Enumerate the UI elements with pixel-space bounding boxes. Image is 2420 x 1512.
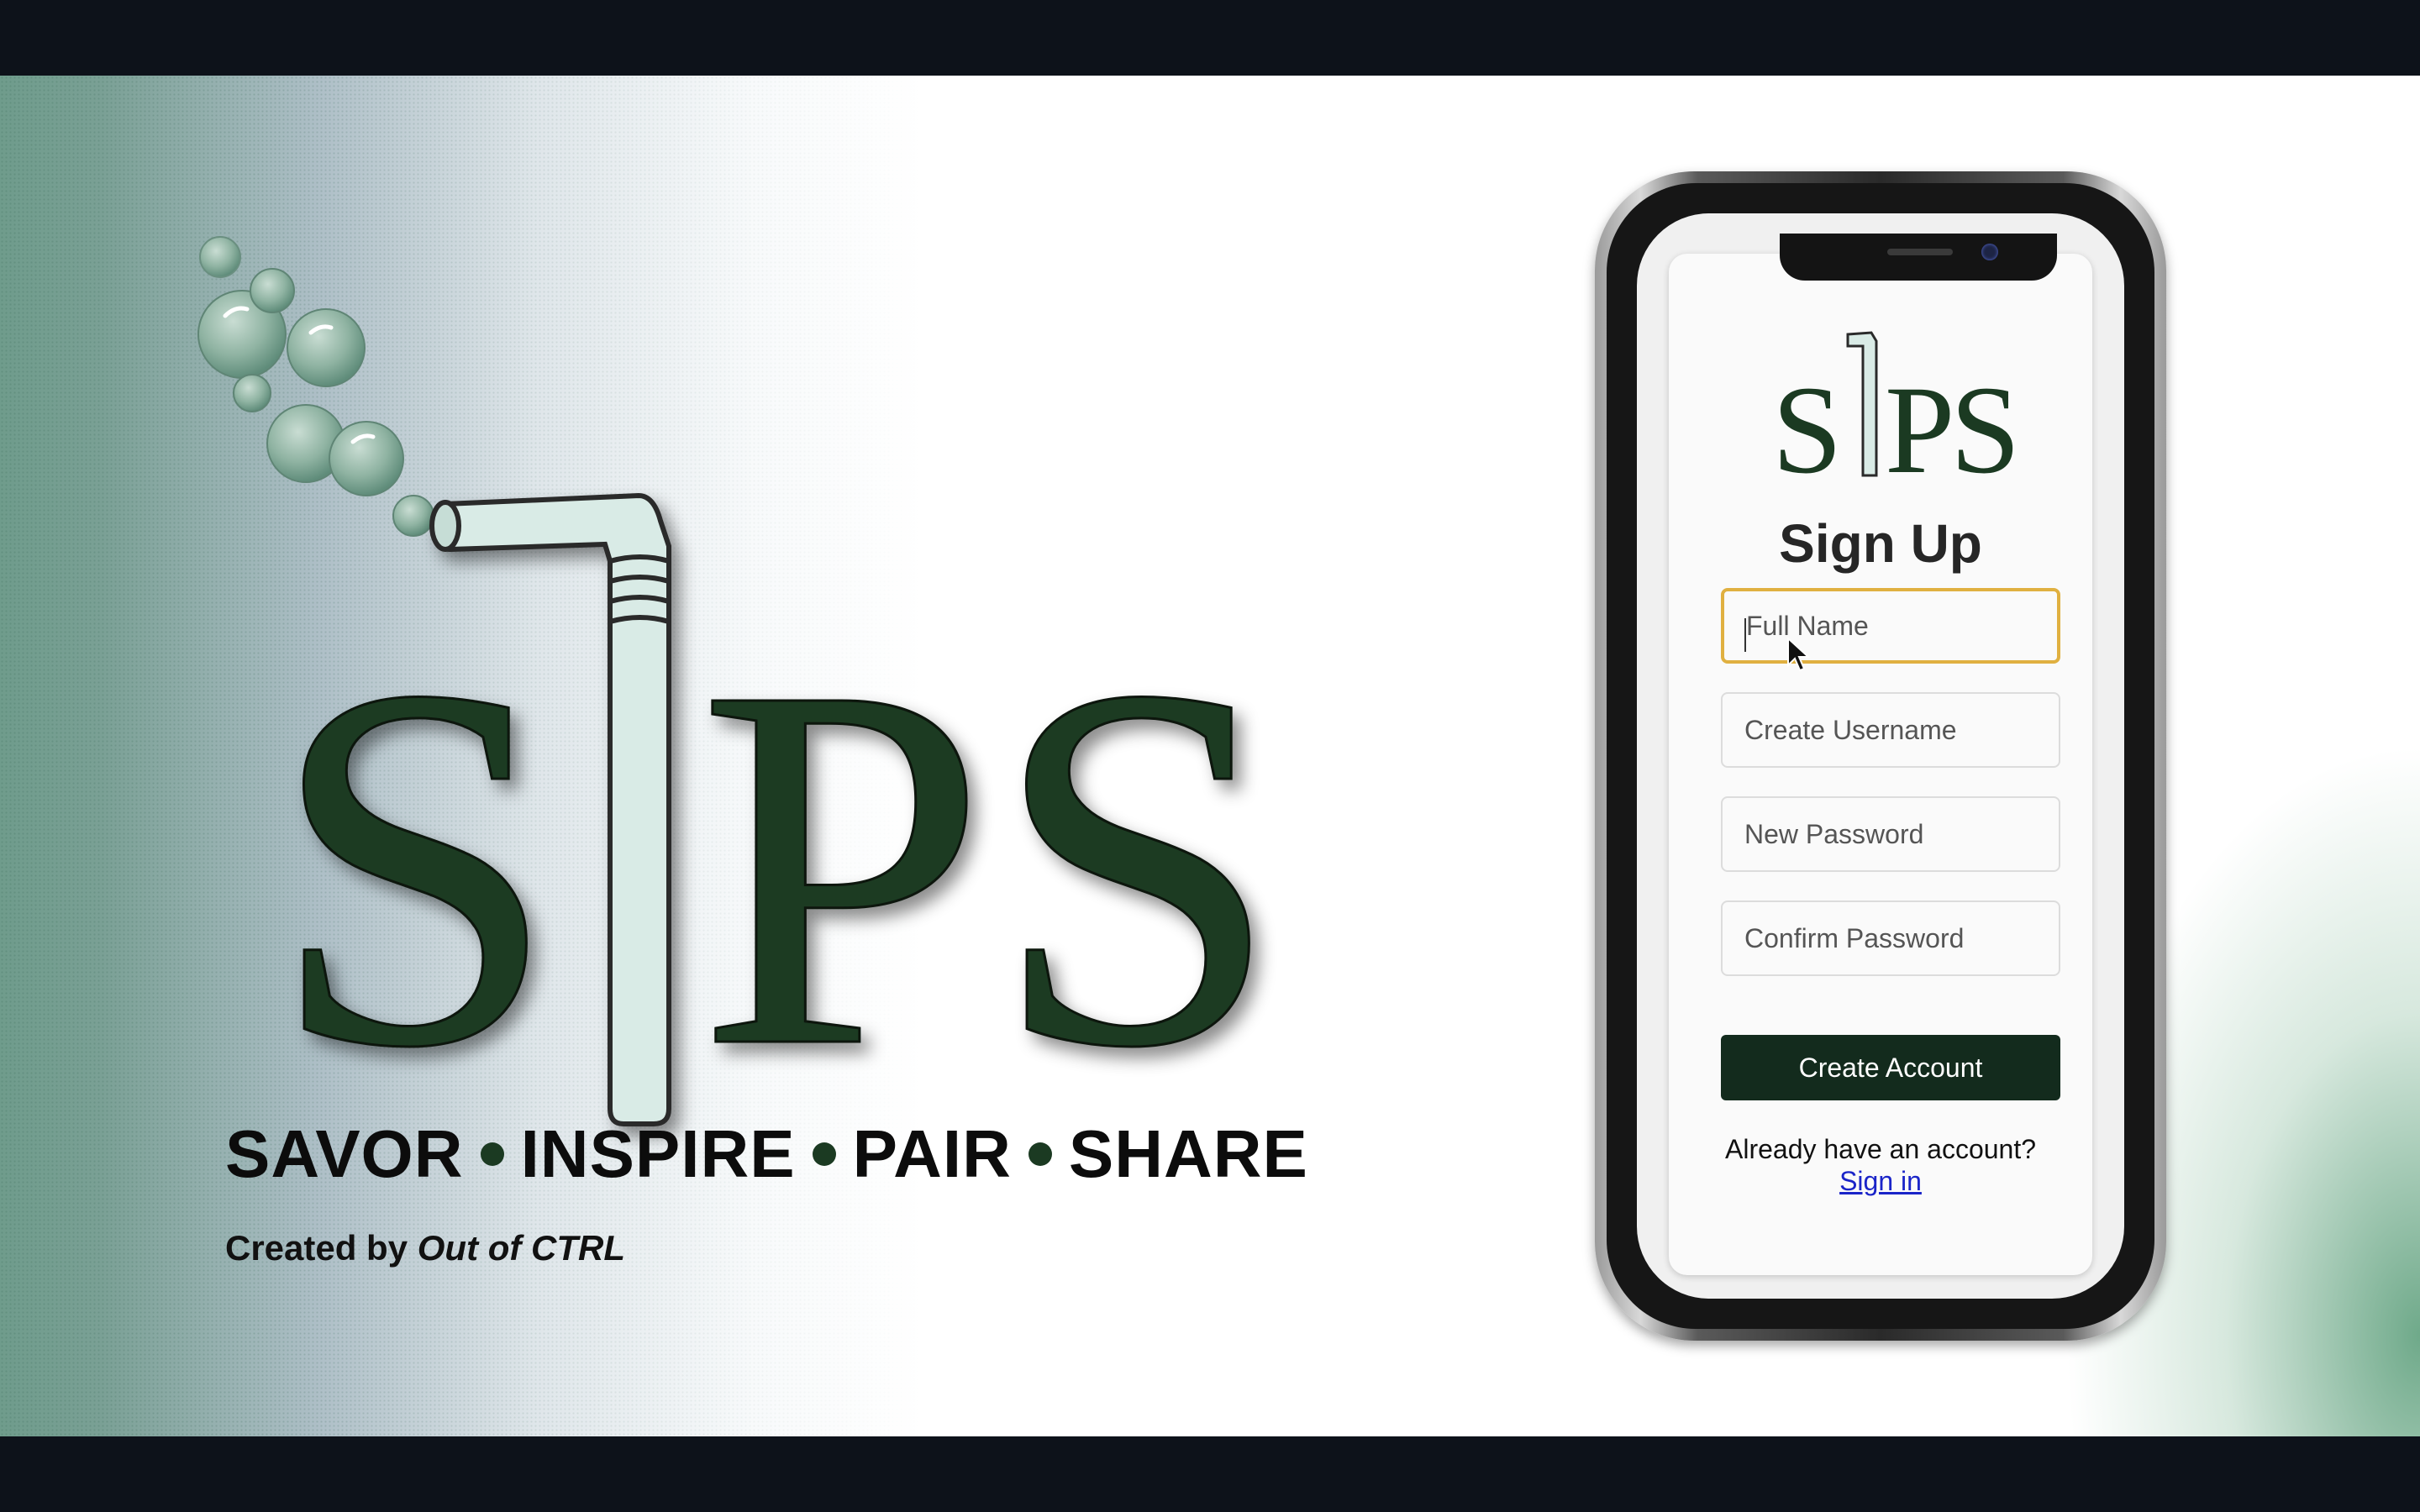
tagline: SAVOR INSPIRE PAIR SHARE <box>225 1116 1402 1193</box>
signup-card: S P S Sign Up Create <box>1669 254 2092 1275</box>
bubbles-icon <box>197 236 434 537</box>
speaker-icon <box>1887 249 1953 255</box>
letterbox-bottom <box>0 1436 2420 1512</box>
svg-text:P: P <box>697 579 987 1155</box>
svg-text:S: S <box>1772 360 1842 489</box>
username-input[interactable] <box>1721 692 2060 768</box>
credit-line: Created by Out of CTRL <box>225 1228 625 1268</box>
tagline-word: SAVOR <box>225 1116 464 1191</box>
signup-title: Sign Up <box>1779 513 1982 574</box>
bullet-dot-icon <box>480 1142 504 1166</box>
sips-logo-small: S P S <box>1767 321 2020 500</box>
mouse-pointer-icon <box>1787 637 1811 672</box>
signin-link[interactable]: Sign in <box>1839 1166 1922 1196</box>
letterbox-top <box>0 0 2420 76</box>
svg-text:P: P <box>1885 360 1954 489</box>
credit-prefix: Created by <box>225 1228 418 1268</box>
bullet-dot-icon <box>812 1142 836 1166</box>
text-caret <box>1744 618 1746 652</box>
phone-notch <box>1780 234 2057 281</box>
create-account-button[interactable]: Create Account <box>1721 1035 2060 1100</box>
camera-icon <box>1981 244 1998 260</box>
svg-text:S: S <box>992 579 1281 1155</box>
svg-text:S: S <box>1950 360 2019 489</box>
already-account-text: Already have an account? <box>1724 1134 2037 1164</box>
bullet-dot-icon <box>1028 1142 1052 1166</box>
signin-wrapper: Sign in <box>1669 1166 2092 1197</box>
new-password-input[interactable] <box>1721 796 2060 872</box>
tagline-word: SHARE <box>1068 1116 1308 1191</box>
hero-stage: S P S SAVOR INSPIRE PAIR SHARE Created by O… <box>0 76 2420 1436</box>
full-name-input[interactable] <box>1721 588 2060 664</box>
phone-bezel: S P S Sign Up Create <box>1607 183 2154 1329</box>
sips-logo-large: S P S <box>193 151 1319 1159</box>
confirm-password-input[interactable] <box>1721 900 2060 976</box>
tagline-word: INSPIRE <box>520 1116 796 1191</box>
svg-text:S: S <box>269 579 559 1155</box>
tagline-word: PAIR <box>852 1116 1012 1191</box>
phone-mockup: S P S Sign Up Create <box>1595 171 2166 1341</box>
phone-screen: S P S Sign Up Create <box>1637 213 2124 1299</box>
credit-name: Out of CTRL <box>417 1228 626 1268</box>
